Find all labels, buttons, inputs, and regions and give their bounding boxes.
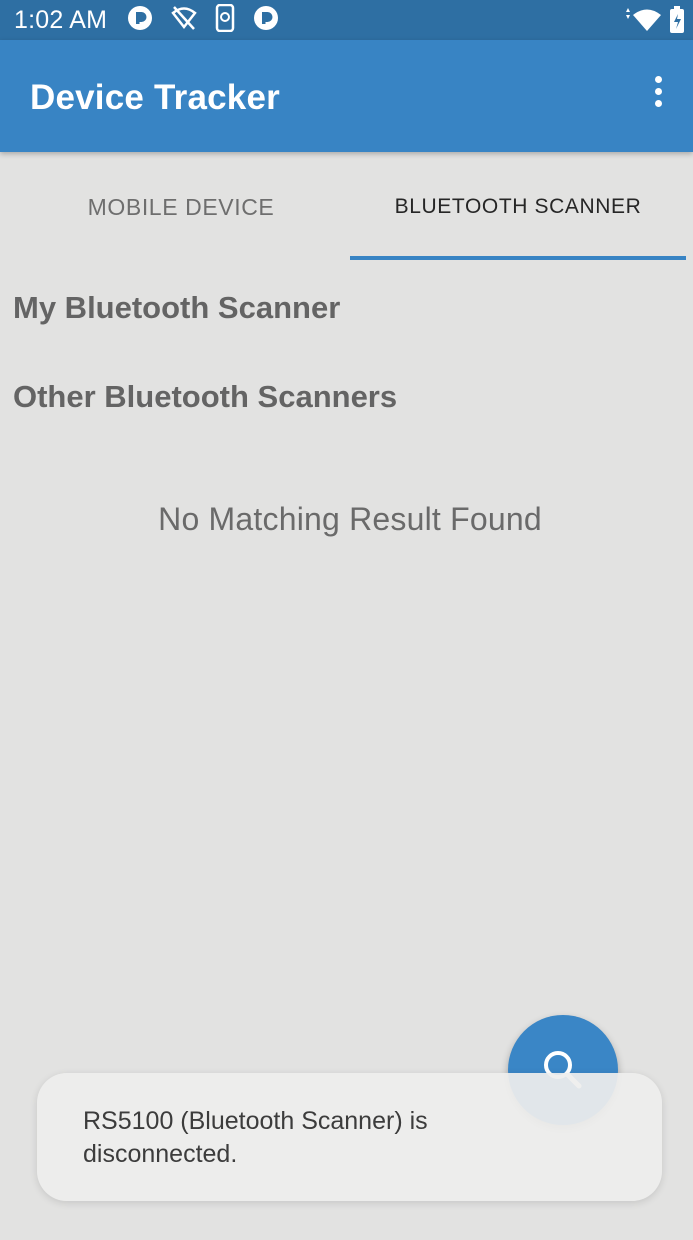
tab-bar: MOBILE DEVICE BLUETOOTH SCANNER — [0, 152, 693, 262]
app-bar: Device Tracker — [0, 40, 693, 152]
app-notification-icon — [253, 5, 279, 36]
more-vert-icon[interactable] — [643, 76, 673, 118]
other-bluetooth-scanners-heading: Other Bluetooth Scanners — [13, 379, 398, 414]
app-title: Device Tracker — [30, 78, 280, 117]
my-bluetooth-scanner-heading: My Bluetooth Scanner — [13, 290, 341, 325]
wifi-icon — [623, 7, 663, 38]
tab-indicator — [350, 256, 686, 260]
status-bar: 1:02 AM — [0, 0, 693, 40]
tab-mobile-device[interactable]: MOBILE DEVICE — [0, 152, 362, 262]
status-time: 1:02 AM — [14, 5, 108, 34]
toast-notification: RS5100 (Bluetooth Scanner) is disconnect… — [37, 1073, 662, 1201]
phone-battery-icon — [215, 3, 235, 37]
empty-state-message: No Matching Result Found — [158, 501, 542, 537]
toast-message: RS5100 (Bluetooth Scanner) is disconnect… — [83, 1107, 428, 1168]
status-icons-right — [623, 6, 685, 39]
wifi-off-icon — [171, 5, 197, 36]
status-icons-left — [127, 3, 279, 37]
battery-icon — [669, 6, 685, 39]
app-notification-icon — [127, 5, 153, 36]
tab-bluetooth-scanner[interactable]: BLUETOOTH SCANNER — [350, 152, 686, 262]
